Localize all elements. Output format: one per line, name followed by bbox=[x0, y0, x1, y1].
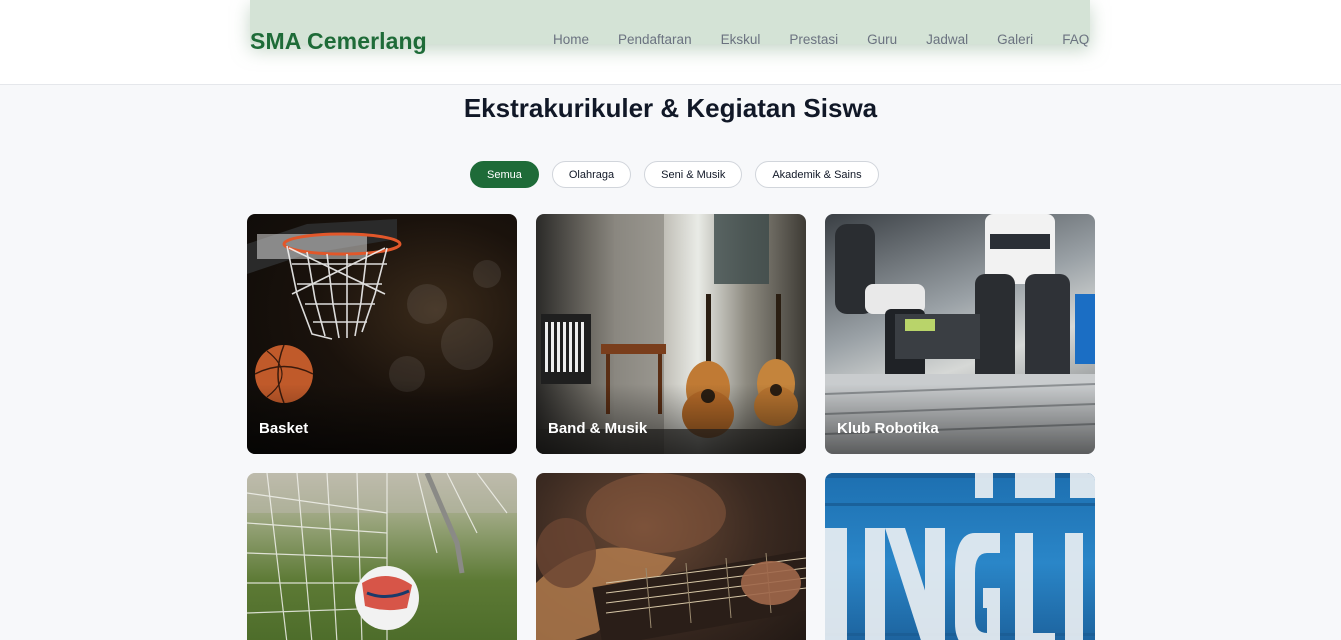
card-title: Band & Musik bbox=[548, 420, 648, 437]
nav-galeri[interactable]: Galeri bbox=[997, 32, 1033, 47]
activity-card-klub-robotika[interactable]: Klub Robotika bbox=[825, 214, 1095, 454]
activity-card-basket[interactable]: Basket bbox=[247, 214, 517, 454]
activity-card-band-musik[interactable]: Band & Musik bbox=[536, 214, 806, 454]
guitar-playing-image bbox=[536, 473, 806, 640]
page-title: Ekstrakurikuler & Kegiatan Siswa bbox=[463, 93, 878, 123]
filter-olahraga[interactable]: Olahraga bbox=[551, 161, 632, 188]
filter-chips: Semua Olahraga Seni & Musik Akademik & S… bbox=[470, 161, 879, 188]
nav-jadwal[interactable]: Jadwal bbox=[926, 32, 968, 47]
main-nav: Home Pendaftaran Ekskul Prestasi Guru Ja… bbox=[553, 32, 1089, 47]
activity-card-gitar[interactable] bbox=[536, 473, 806, 640]
nav-prestasi[interactable]: Prestasi bbox=[789, 32, 838, 47]
filter-semua[interactable]: Semua bbox=[470, 161, 539, 188]
football-net-image bbox=[247, 473, 517, 640]
filter-akademik-sains[interactable]: Akademik & Sains bbox=[755, 161, 879, 188]
nav-guru[interactable]: Guru bbox=[867, 32, 897, 47]
nav-ekskul[interactable]: Ekskul bbox=[721, 32, 761, 47]
activity-card-english[interactable] bbox=[825, 473, 1095, 640]
nav-home[interactable]: Home bbox=[553, 32, 589, 47]
card-title: Klub Robotika bbox=[837, 420, 939, 437]
filter-seni-musik[interactable]: Seni & Musik bbox=[644, 161, 743, 188]
card-title: Basket bbox=[259, 420, 309, 437]
english-sign-image bbox=[825, 473, 1095, 640]
activity-card-sepakbola[interactable] bbox=[247, 473, 517, 640]
nav-faq[interactable]: FAQ bbox=[1062, 32, 1089, 47]
brand-logo-text[interactable]: SMA Cemerlang bbox=[250, 28, 427, 55]
site-header: SMA Cemerlang Home Pendaftaran Ekskul Pr… bbox=[0, 0, 1341, 85]
nav-pendaftaran[interactable]: Pendaftaran bbox=[618, 32, 692, 47]
